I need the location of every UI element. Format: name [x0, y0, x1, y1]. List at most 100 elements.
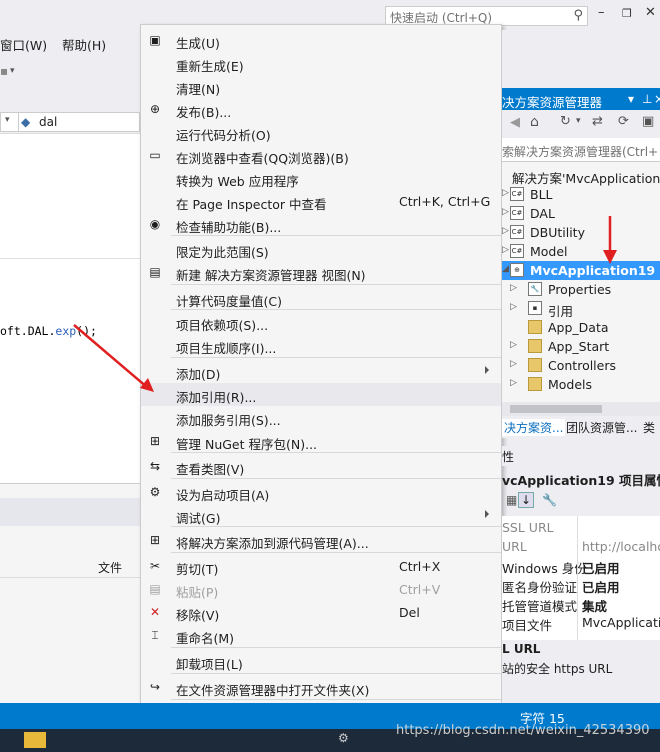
menu-item-label: 检查辅助功能(B)... [176, 220, 282, 235]
menu-item[interactable]: 添加(D) [141, 360, 501, 383]
menu-item[interactable]: 项目生成顺序(I)... [141, 334, 501, 357]
property-row[interactable]: SSL URL [502, 518, 660, 537]
restore-button[interactable]: ❐ [622, 7, 632, 20]
network-icon[interactable]: ⚙ [338, 731, 349, 745]
expander-icon[interactable]: ▷ [502, 226, 509, 236]
tree-item-label: DAL [530, 206, 555, 221]
menu-item[interactable]: 重新生成(E) [141, 52, 501, 75]
menu-item[interactable]: ✂ 剪切(T) Ctrl+X [141, 555, 501, 578]
tree-item[interactable]: ▷ 🔧 Properties [502, 280, 660, 299]
menu-item[interactable]: 添加引用(R)... [141, 383, 501, 406]
expander-icon[interactable]: ▷ [502, 188, 509, 198]
expander-icon[interactable]: ▷ [502, 207, 509, 217]
close-icon[interactable]: × [654, 92, 660, 106]
menu-item[interactable]: ▣ 生成(U) [141, 29, 501, 52]
back-icon[interactable]: ◀ [510, 115, 520, 130]
menu-item[interactable]: ✕ 移除(V) Del [141, 601, 501, 624]
properties-subject[interactable]: vcApplication19 项目属性 [502, 468, 660, 488]
tree-project[interactable]: ▷ C# DBUtility [502, 223, 660, 242]
menu-window[interactable]: 窗口(W) [0, 35, 47, 54]
menu-help[interactable]: 帮助(H) [62, 35, 106, 54]
menu-item[interactable]: 添加服务引用(S)... [141, 406, 501, 429]
tree-project-selected[interactable]: ◢ ⊕ MvcApplication19 [502, 261, 660, 280]
tab-team-explorer[interactable]: 团队资源管... [566, 419, 637, 436]
property-value: http://localho [582, 539, 660, 554]
quick-launch-input[interactable]: 快速启动 (Ctrl+Q) ⚲ [385, 6, 588, 26]
property-row[interactable]: 匿名身份验证 已启用 [502, 575, 660, 595]
search-icon[interactable]: ⚲ [573, 8, 583, 23]
folder-icon [528, 358, 542, 372]
chevron-down-icon[interactable]: ▾ [576, 116, 581, 126]
member-combo[interactable]: ◆ dal [18, 112, 140, 132]
scrollbar-thumb[interactable] [510, 405, 602, 413]
history-icon[interactable]: ↻ [560, 114, 571, 129]
menu-item[interactable]: ▭ 在浏览器中查看(QQ浏览器)(B) [141, 144, 501, 167]
tree-item[interactable]: ▷ Controllers [502, 356, 660, 375]
sync-icon[interactable]: ⇄ [592, 114, 603, 129]
home-icon[interactable]: ⌂ [530, 114, 539, 130]
menu-item[interactable]: ⊕ 发布(B)... [141, 98, 501, 121]
close-button[interactable]: ✕ [645, 5, 656, 20]
menu-item[interactable]: 调试(G) [141, 504, 501, 527]
menu-item[interactable]: 在 Page Inspector 中查看 Ctrl+K, Ctrl+G [141, 190, 501, 213]
menu-item[interactable]: 运行代码分析(O) [141, 121, 501, 144]
expander-icon[interactable]: ▷ [510, 302, 517, 312]
solution-explorer-search[interactable]: 索解决方案资源管理器(Ctrl+ [502, 138, 660, 162]
tree-item[interactable]: ▷ ▪ 引用 [502, 299, 660, 319]
minimize-button[interactable]: – [598, 5, 605, 20]
tree-item[interactable]: ▷ App_Start [502, 337, 660, 356]
menu-item[interactable]: ⌶ 重命名(M) [141, 624, 501, 647]
tree-project[interactable]: ▷ C# DAL [502, 204, 660, 223]
menu-item[interactable]: ⊞ 管理 NuGet 程序包(N)... [141, 430, 501, 453]
menu-item[interactable]: ⚙ 设为启动项目(A) [141, 481, 501, 504]
property-value: MvcApplicatio [582, 615, 660, 630]
toolbar-overflow-icon[interactable]: ▾ [10, 66, 15, 76]
menu-item[interactable]: ▤ 新建 解决方案资源管理器 视图(N) [141, 261, 501, 284]
dropdown-icon[interactable]: ▾ [628, 92, 634, 106]
property-row[interactable]: 项目文件 MvcApplicatio [502, 613, 660, 633]
horizontal-scrollbar[interactable] [502, 402, 660, 416]
refresh-icon[interactable]: ⟳ [618, 114, 629, 129]
tree-solution[interactable]: 解决方案'MvcApplication1 [502, 166, 660, 186]
menu-item[interactable]: ⊞ 将解决方案添加到源代码管理(A)... [141, 529, 501, 552]
property-row[interactable]: 托管管道模式 集成 [502, 594, 660, 614]
expander-icon[interactable]: ▷ [502, 245, 509, 255]
chevron-down-icon[interactable]: ▾ [5, 115, 10, 125]
expander-icon[interactable]: ▷ [510, 359, 517, 369]
file-explorer-icon[interactable] [24, 732, 46, 748]
tab-class-view[interactable]: 类 [643, 419, 655, 436]
column-file[interactable]: 文件 [98, 559, 122, 576]
menu-item[interactable]: 清理(N) [141, 75, 501, 98]
property-row[interactable]: URL http://localho [502, 537, 660, 556]
menu-item[interactable]: ◉ 检查辅助功能(B)... [141, 213, 501, 236]
tree-project[interactable]: ▷ C# BLL [502, 185, 660, 204]
tab-solution-explorer[interactable]: 决方案资... [502, 419, 566, 436]
menu-item[interactable]: 限定为此范围(S) [141, 238, 501, 261]
code-line[interactable]: oft.DAL.exp(); [0, 324, 97, 338]
property-key: SSL URL [502, 520, 554, 535]
pin-icon[interactable]: ⊥ [642, 92, 652, 106]
wrench-icon[interactable]: 🔧 [542, 493, 557, 507]
menu-item[interactable]: 计算代码度量值(C) [141, 287, 501, 310]
menu-item[interactable]: ↪ 在文件资源管理器中打开文件夹(X) [141, 676, 501, 699]
menu-separator [171, 284, 501, 285]
menu-item-label: 清理(N) [176, 82, 221, 97]
tree-item[interactable]: App_Data [502, 318, 660, 337]
menu-item-shortcut: Ctrl+V [399, 582, 441, 597]
sort-icon[interactable]: ↓ [518, 492, 535, 508]
menu-item[interactable]: 卸载项目(L) [141, 650, 501, 673]
expander-icon[interactable]: ▷ [510, 378, 517, 388]
tree-project[interactable]: ▷ C# Model [502, 242, 660, 261]
collapse-icon[interactable]: ▣ [642, 114, 654, 129]
menu-item[interactable]: 项目依赖项(S)... [141, 311, 501, 334]
property-row[interactable]: Windows 身份 已启用 [502, 556, 660, 576]
expander-icon[interactable]: ▷ [510, 340, 517, 350]
expander-icon[interactable]: ◢ [502, 264, 509, 274]
menu-item[interactable]: ⇆ 查看类图(V) [141, 455, 501, 478]
tree-item[interactable]: ▷ Models [502, 375, 660, 394]
menu-item[interactable]: ▤ 粘贴(P) Ctrl+V [141, 578, 501, 601]
categorized-icon[interactable]: ▦ [506, 493, 517, 507]
code-editor[interactable] [0, 133, 140, 483]
expander-icon[interactable]: ▷ [510, 283, 517, 293]
menu-item[interactable]: 转换为 Web 应用程序 [141, 167, 501, 190]
